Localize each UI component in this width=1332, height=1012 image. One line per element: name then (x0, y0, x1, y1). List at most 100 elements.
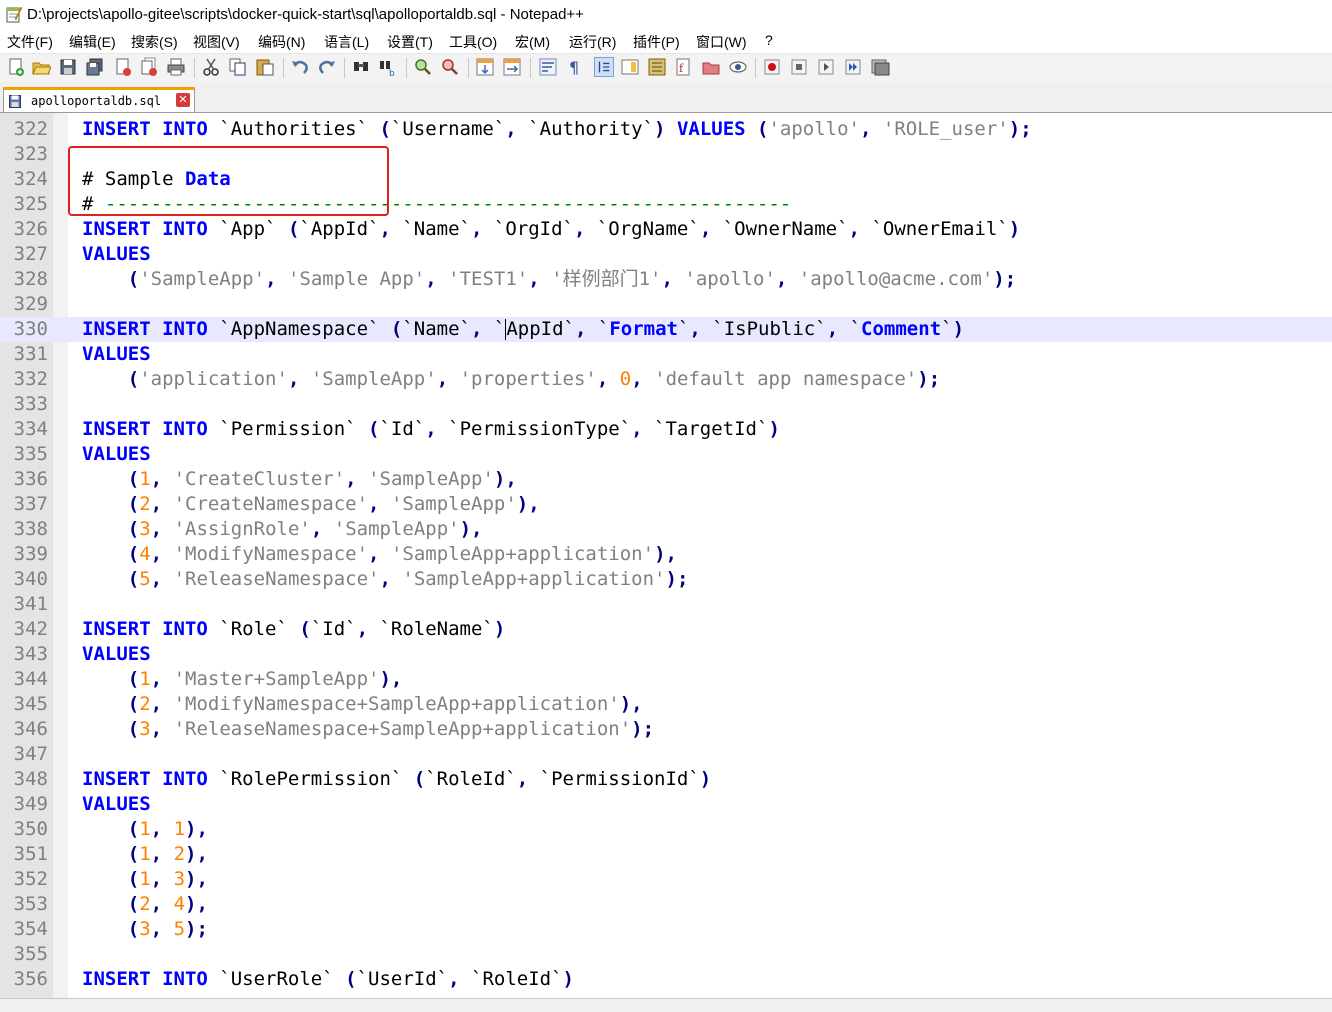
menu-file[interactable]: 文件(F) (7, 32, 53, 52)
code-token: , (150, 518, 163, 540)
code-line[interactable]: 326 INSERT INTO `App` (`AppId`, `Name`, `… (0, 217, 1332, 242)
code-editor[interactable]: 322 INSERT INTO `Authorities` (`Username`… (0, 113, 1332, 998)
code-token: ( (368, 418, 380, 440)
code-token: 'SampleApp+application' (402, 568, 666, 590)
tab-apolloportaldb[interactable]: apolloportaldb.sql ✕ (3, 87, 195, 112)
code-line[interactable]: 343 VALUES (0, 642, 1332, 667)
save-icon[interactable] (58, 57, 78, 77)
code-token: , (448, 968, 460, 990)
code-line[interactable]: 336 (1, 'CreateCluster', 'SampleApp'), (0, 467, 1332, 492)
sync-horizontal-icon[interactable] (502, 57, 522, 77)
code-line[interactable]: 334 INSERT INTO `Permission` (`Id`, `Perm… (0, 417, 1332, 442)
code-text: (2, 'CreateNamespace', 'SampleApp'), (82, 492, 540, 517)
close-icon[interactable] (113, 57, 133, 77)
copy-icon[interactable] (228, 57, 248, 77)
open-file-icon[interactable] (31, 57, 51, 77)
cut-icon[interactable] (201, 57, 221, 77)
code-line[interactable]: 344 (1, 'Master+SampleApp'), (0, 667, 1332, 692)
code-line[interactable]: 331 VALUES (0, 342, 1332, 367)
code-token: ), (185, 843, 208, 865)
code-line[interactable]: 353 (2, 4), (0, 892, 1332, 917)
code-token: ( (127, 543, 140, 565)
code-line[interactable]: 340 (5, 'ReleaseNamespace', 'SampleApp+a… (0, 567, 1332, 592)
code-line[interactable]: 352 (1, 3), (0, 867, 1332, 892)
code-line[interactable]: 337 (2, 'CreateNamespace', 'SampleApp'), (0, 492, 1332, 517)
new-file-icon[interactable] (6, 57, 26, 77)
code-line[interactable]: 345 (2, 'ModifyNamespace+SampleApp+appli… (0, 692, 1332, 717)
code-line[interactable]: 354 (3, 5); (0, 917, 1332, 942)
code-token: `AppId` (299, 218, 380, 240)
code-line[interactable]: 332 ('application', 'SampleApp', 'proper… (0, 367, 1332, 392)
close-all-icon[interactable] (139, 57, 159, 77)
indent-guide-icon[interactable] (594, 57, 614, 77)
annotation-highlight-box (68, 146, 389, 216)
replace-icon[interactable]: b (378, 57, 398, 77)
code-line[interactable]: 328 ('SampleApp', 'Sample App', 'TEST1',… (0, 267, 1332, 292)
print-icon[interactable] (166, 57, 186, 77)
code-line[interactable]: 348 INSERT INTO `RolePermission` (`RoleId… (0, 767, 1332, 792)
run-macro-multiple-icon[interactable] (843, 57, 863, 77)
menu-run[interactable]: 运行(R) (569, 32, 616, 52)
menu-view[interactable]: 视图(V) (193, 32, 240, 52)
tab-close-icon[interactable]: ✕ (176, 93, 190, 107)
save-macro-icon[interactable] (870, 57, 890, 77)
find-icon[interactable] (351, 57, 371, 77)
stop-macro-icon[interactable] (789, 57, 809, 77)
code-line[interactable]: 355 (0, 942, 1332, 967)
code-text: (1, 'CreateCluster', 'SampleApp'), (82, 467, 517, 492)
paste-icon[interactable] (255, 57, 275, 77)
save-all-icon[interactable] (85, 57, 105, 77)
menu-settings[interactable]: 设置(T) (387, 32, 433, 52)
show-all-chars-icon[interactable]: ¶ (565, 57, 585, 77)
zoom-out-icon[interactable] (440, 57, 460, 77)
line-number: 332 (13, 368, 48, 390)
undo-icon[interactable] (290, 57, 310, 77)
zoom-in-icon[interactable] (413, 57, 433, 77)
code-line[interactable]: 356 INSERT INTO `UserRole` (`UserId`, `Ro… (0, 967, 1332, 992)
record-macro-icon[interactable] (762, 57, 782, 77)
code-line[interactable]: 342 INSERT INTO `Role` (`Id`, `RoleName`) (0, 617, 1332, 642)
code-token: ( (127, 668, 140, 690)
code-line[interactable]: 329 (0, 292, 1332, 317)
word-wrap-icon[interactable] (538, 57, 558, 77)
code-token: ) (952, 318, 965, 340)
doc-map-icon[interactable] (620, 57, 640, 77)
code-line[interactable]: 349 VALUES (0, 792, 1332, 817)
code-token: INSERT (82, 218, 151, 240)
code-token: ( (127, 693, 140, 715)
menu-help[interactable]: ? (765, 32, 773, 48)
code-line[interactable]: 338 (3, 'AssignRole', 'SampleApp'), (0, 517, 1332, 542)
menu-macro[interactable]: 宏(M) (515, 32, 550, 52)
code-token: 'ModifyNamespace' (173, 543, 369, 565)
code-line[interactable]: 327 VALUES (0, 242, 1332, 267)
play-macro-icon[interactable] (816, 57, 836, 77)
horizontal-scrollbar[interactable] (0, 998, 1332, 1012)
code-line[interactable]: 333 (0, 392, 1332, 417)
svg-text:b: b (389, 69, 395, 77)
folder-icon[interactable] (701, 57, 721, 77)
menu-search[interactable]: 搜索(S) (131, 32, 178, 52)
code-line[interactable]: 339 (4, 'ModifyNamespace', 'SampleApp+ap… (0, 542, 1332, 567)
menu-plugins[interactable]: 插件(P) (633, 32, 680, 52)
menu-language[interactable]: 语言(L) (324, 32, 369, 52)
toolbar-separator (194, 58, 195, 78)
code-line[interactable]: 330 INSERT INTO `AppNamespace` (`Name`, `… (0, 317, 1332, 342)
menu-tools[interactable]: 工具(O) (449, 32, 497, 52)
sync-vertical-icon[interactable] (475, 57, 495, 77)
code-line[interactable]: 351 (1, 2), (0, 842, 1332, 867)
code-line[interactable]: 335 VALUES (0, 442, 1332, 467)
code-line[interactable]: 350 (1, 1), (0, 817, 1332, 842)
monitoring-icon[interactable] (728, 57, 748, 77)
code-line[interactable]: 347 (0, 742, 1332, 767)
menu-encoding[interactable]: 编码(N) (258, 32, 305, 52)
code-line[interactable]: 322 INSERT INTO `Authorities` (`Username`… (0, 117, 1332, 142)
folder-workspace-icon[interactable]: f (674, 57, 694, 77)
function-list-icon[interactable] (647, 57, 667, 77)
menu-window[interactable]: 窗口(W) (696, 32, 747, 52)
toolbar-separator (283, 58, 284, 78)
code-line[interactable]: 346 (3, 'ReleaseNamespace+SampleApp+appl… (0, 717, 1332, 742)
code-line[interactable]: 341 (0, 592, 1332, 617)
redo-icon[interactable] (317, 57, 337, 77)
menu-edit[interactable]: 编辑(E) (69, 32, 116, 52)
